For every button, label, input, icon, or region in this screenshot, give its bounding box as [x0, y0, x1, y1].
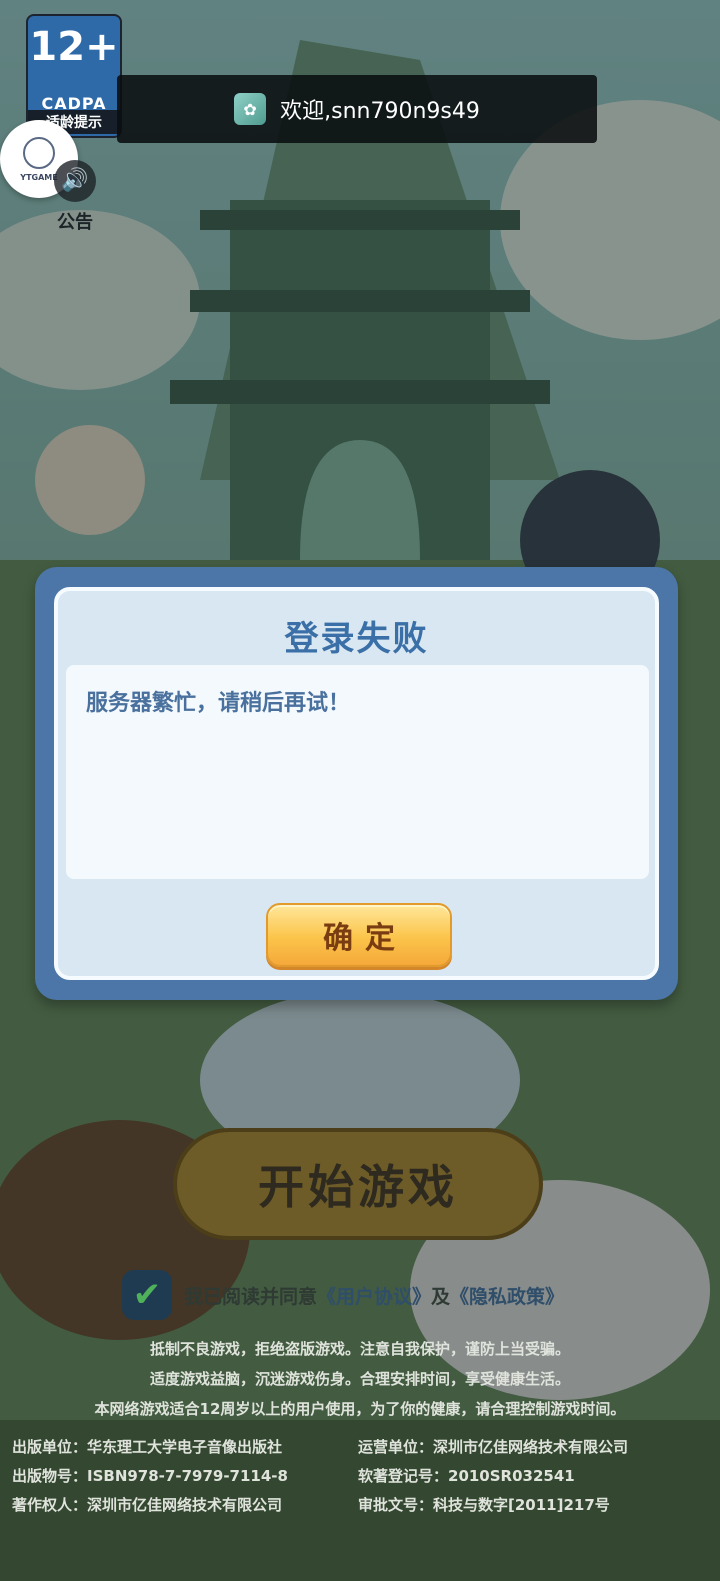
- agreement-prefix: 我已阅读并同意: [184, 1285, 318, 1308]
- dialog-panel: 登录失败 服务器繁忙，请稍后再试！ 确定: [54, 587, 659, 980]
- welcome-message: 欢迎,snn790n9s49: [280, 99, 480, 124]
- publisher-info: 出版单位：华东理工大学电子音像出版社: [12, 1438, 283, 1456]
- software-registration-info: 软著登记号：2010SR032541: [358, 1467, 575, 1485]
- privacy-policy-link[interactable]: 《隐私政策》: [450, 1286, 564, 1308]
- copyright-info: 著作权人：深圳市亿佳网络技术有限公司: [12, 1496, 283, 1514]
- approval-info: 审批文号：科技与数字[2011]217号: [358, 1496, 610, 1514]
- game-app-icon: ✿: [234, 93, 267, 125]
- notice-button[interactable]: 🔊 公告: [40, 160, 110, 234]
- dialog-body: 服务器繁忙，请稍后再试！: [66, 665, 649, 879]
- notice-label: 公告: [57, 212, 93, 233]
- health-notice-line-3: 本网络游戏适合12周岁以上的用户使用，为了你的健康，请合理控制游戏时间。: [94, 1400, 626, 1418]
- isbn-info: 出版物号：ISBN978-7-7979-7114-8: [12, 1467, 288, 1485]
- user-agreement-link[interactable]: 《用户协议》: [317, 1286, 431, 1308]
- health-notice-line-1: 抵制不良游戏，拒绝盗版游戏。注意自我保护，谨防上当受骗。: [149, 1340, 570, 1358]
- agreement-row: ✔ 我已阅读并同意《用户协议》及《隐私政策》: [122, 1270, 564, 1320]
- welcome-toast: ✿ 欢迎,snn790n9s49: [117, 75, 597, 143]
- agreement-text: 我已阅读并同意《用户协议》及《隐私政策》: [184, 1282, 564, 1309]
- dialog-title: 登录失败: [284, 619, 429, 659]
- health-notice-line-2: 适度游戏益脑，沉迷游戏伤身。合理安排时间，享受健康生活。: [149, 1370, 570, 1388]
- start-game-button[interactable]: 开始游戏: [173, 1128, 543, 1240]
- age-rating: 12+: [29, 24, 119, 70]
- speaker-icon: 🔊: [54, 160, 96, 202]
- dialog-message: 服务器繁忙，请稍后再试！: [86, 691, 351, 716]
- agreement-and: 及: [431, 1285, 451, 1308]
- login-failed-dialog: 登录失败 服务器繁忙，请稍后再试！ 确定: [35, 567, 678, 1000]
- agreement-checkbox[interactable]: ✔: [122, 1270, 172, 1320]
- operator-info: 运营单位：深圳市亿佳网络技术有限公司: [358, 1438, 629, 1456]
- confirm-button[interactable]: 确定: [266, 903, 452, 967]
